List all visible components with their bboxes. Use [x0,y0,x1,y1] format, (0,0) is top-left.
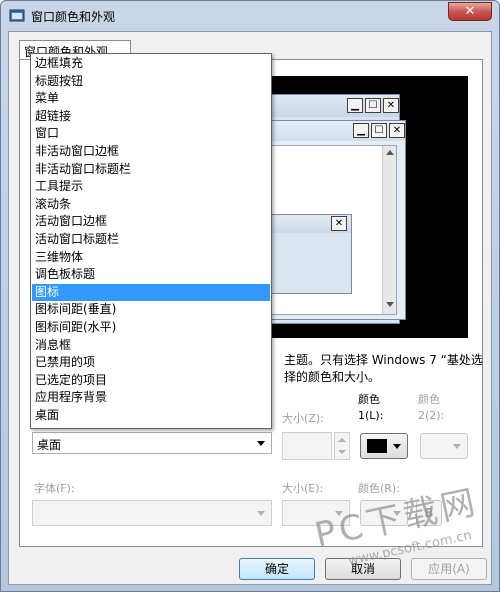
apply-button[interactable]: 应用(A) [411,558,487,580]
dropdown-item[interactable]: 边框填充 [32,55,270,73]
dropdown-item[interactable]: 窗口 [32,125,270,143]
description-text: 主题。只有选择 Windows 7 “基处选择的颜色和大小。 [284,353,483,384]
item-size-label: 大小(Z): [282,412,324,425]
color1-swatch [367,439,387,453]
preview-active-minimize-icon: ▁ [353,123,369,138]
dialog-window: 窗口颜色和外观 ✕ 窗口颜色和外观 ▁ ☐ ✕ ▁ ☐ ✕ ✕ 主题。只有选择 … [0,0,500,592]
color1-button[interactable] [360,433,408,459]
dropdown-item[interactable]: 图标间距(垂直) [32,301,270,319]
dropdown-item[interactable]: 已选定的项目 [32,372,270,390]
dropdown-item[interactable]: 已禁用的项 [32,354,270,372]
spin-up-icon [338,438,346,442]
preview-active-maximize-icon: ☐ [371,123,387,138]
chevron-down-icon [257,441,265,446]
color1-chevron-icon [393,444,401,449]
dropdown-item[interactable]: 滚动条 [32,196,270,214]
item-dropdown-list[interactable]: 边框填充 标题按钮 菜单 超链接 窗口 非活动窗口边框 非活动窗口标题栏 工具提示 滚动条 活动窗… [30,53,272,429]
item-size-input[interactable] [282,432,332,460]
color1-label: 颜色 1(L): [358,393,384,422]
dropdown-item[interactable]: 三维物体 [32,249,270,267]
color2-label: 颜色 2(2): [418,393,445,422]
dropdown-item[interactable]: 调色板标题 [32,266,270,284]
window-close-button[interactable]: ✕ [448,2,492,21]
scroll-up-icon [386,150,394,155]
preview-message-close-icon: ✕ [331,216,347,231]
ok-button[interactable]: 确定 [239,558,315,580]
font-chevron-down-icon [257,511,265,516]
font-select[interactable] [32,500,272,526]
dropdown-item[interactable]: 消息框 [32,337,270,355]
dropdown-item[interactable]: 工具提示 [32,178,270,196]
dropdown-item[interactable]: 图标 [32,283,270,302]
preview-scrollbar [382,146,396,314]
dropdown-item[interactable]: 菜单 [32,90,270,108]
font-label: 字体(F): [34,482,75,495]
dropdown-item[interactable]: 标题按钮 [32,73,270,91]
preview-message-box: ✕ [264,214,352,294]
preview-maximize-icon: ☐ [365,98,381,113]
item-select-value: 桌面 [37,438,62,452]
dropdown-item[interactable]: 桌面 [32,407,270,425]
item-size-spinner[interactable] [334,432,350,460]
title-bar: 窗口颜色和外观 ✕ [1,1,499,31]
dropdown-item[interactable]: 活动窗口标题栏 [32,231,270,249]
dropdown-item[interactable]: 应用程序背景 [32,389,270,407]
color2-button[interactable] [420,433,468,459]
spin-down-icon [338,450,346,454]
item-select[interactable]: 桌面 [32,432,272,454]
dropdown-item[interactable]: 非活动窗口边框 [32,143,270,161]
preview-minimize-icon: ▁ [347,98,363,113]
scroll-down-icon [386,302,394,307]
preview-active-close-icon: ✕ [389,123,405,138]
dropdown-item[interactable]: 活动窗口边框 [32,213,270,231]
dropdown-item[interactable]: 图标间距(水平) [32,319,270,337]
dropdown-item[interactable]: 超链接 [32,108,270,126]
font-size-label: 大小(E): [282,482,324,495]
appearance-icon [9,9,25,22]
window-title: 窗口颜色和外观 [31,10,116,24]
preview-close-icon: ✕ [383,98,399,113]
preview-message-titlebar: ✕ [265,215,351,233]
dropdown-item[interactable]: 非活动窗口标题栏 [32,161,270,179]
color2-chevron-icon [453,444,461,449]
